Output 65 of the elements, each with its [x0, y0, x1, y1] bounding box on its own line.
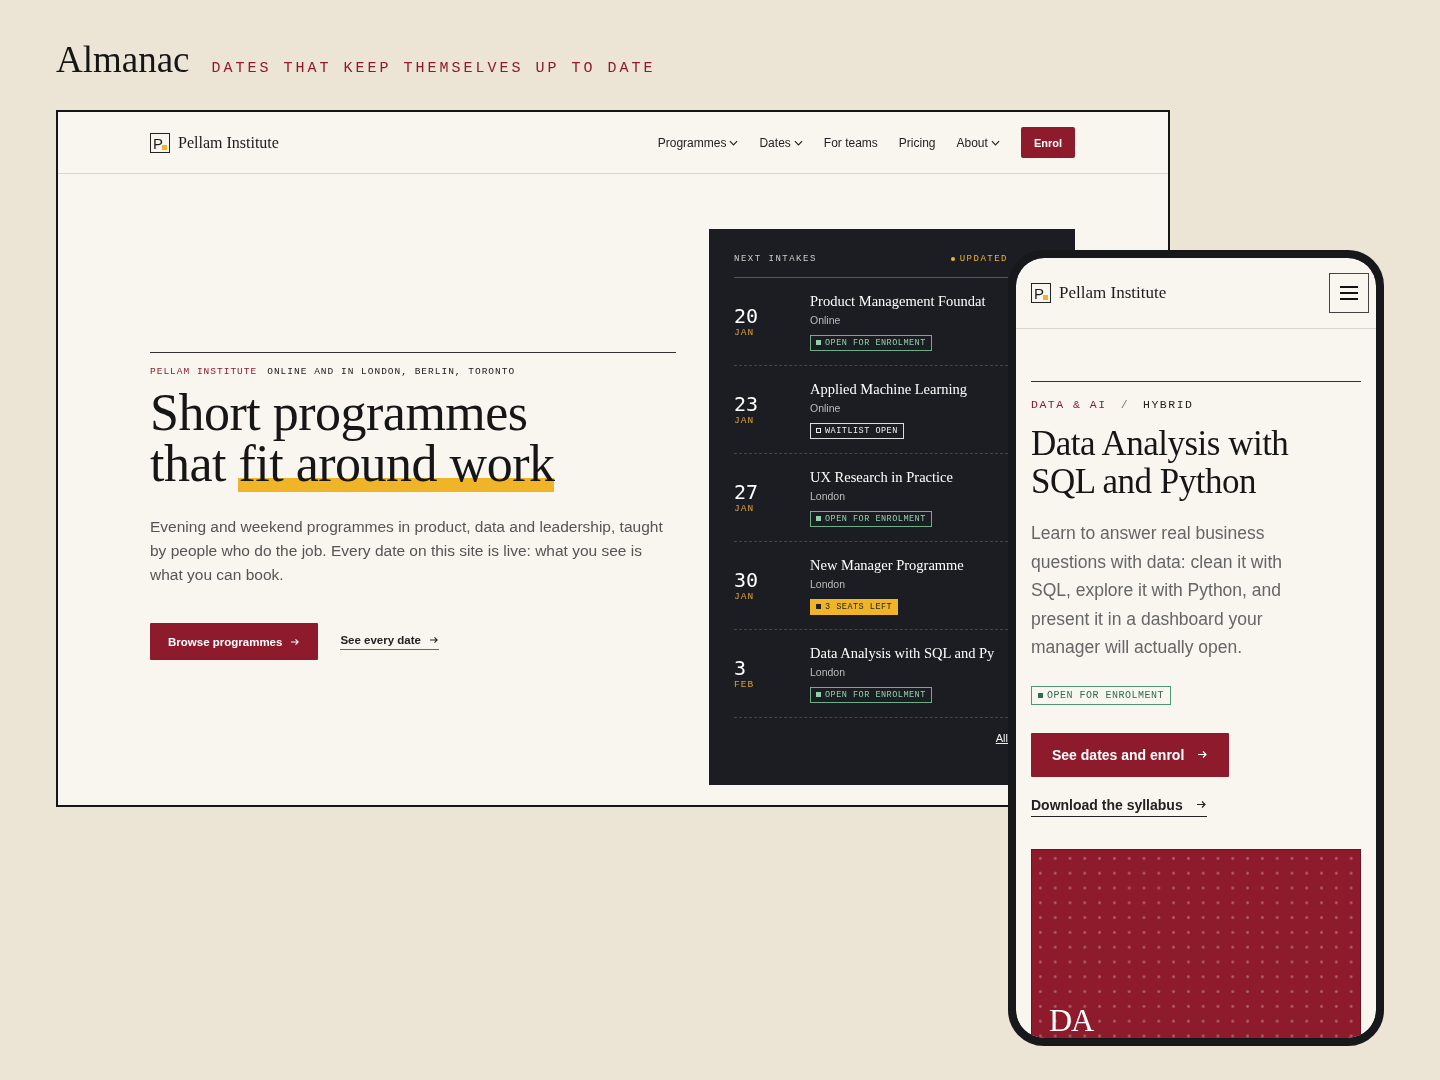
programme-title[interactable]: Product Management Foundat [810, 292, 986, 310]
programme-title[interactable]: New Manager Programme [810, 556, 964, 574]
course-description: Learn to answer real business questions with data: clean it with SQL, explore it with Python, and present it in a dashboard your manager will actually open. [1031, 522, 1283, 659]
date-month: JAN [734, 415, 756, 426]
status-badge: WAITLIST OPEN [810, 422, 904, 439]
arrow-right-icon [291, 637, 301, 646]
logo-mark[interactable]: P [150, 132, 170, 153]
see-dates-link[interactable]: See every date [340, 633, 439, 650]
status-label: UPDATED [959, 254, 1008, 264]
hero-description: Evening and weekend programmes in product, data and leadership, taught by people who do the job. Every date on this site is live: what you see is what you can book. [150, 517, 664, 585]
enrol-button[interactable]: See dates and enrol [1031, 732, 1230, 777]
site-name[interactable]: Pellam Institute [178, 133, 279, 152]
nav-link[interactable]: For teams [823, 135, 878, 150]
nav-link[interactable]: About [956, 135, 1000, 150]
all-link[interactable]: All [995, 732, 1008, 744]
status-dot [950, 257, 955, 261]
chevron-down-icon [729, 139, 739, 146]
enrol-button[interactable]: Enrol [1020, 127, 1075, 158]
programme-title[interactable]: Data Analysis with SQL and Py [810, 644, 995, 662]
category-label: DATA & AI [1031, 398, 1107, 411]
menu-button[interactable] [1329, 273, 1369, 313]
logo-mark[interactable]: P [1031, 283, 1051, 303]
nav-link[interactable]: Pricing [898, 135, 936, 150]
eyebrow-label: PELLAM INSTITUTE [150, 366, 258, 377]
date-day: 23 [734, 393, 810, 415]
course-title: Data Analysis with SQL and Python [1031, 425, 1290, 501]
chevron-down-icon [793, 139, 803, 146]
date-month: JAN [734, 503, 756, 514]
syllabus-link[interactable]: Download the syllabus [1031, 796, 1207, 817]
programme-location: London [810, 577, 846, 590]
nav-link[interactable]: Programmes [657, 135, 739, 150]
date-day: 3 [734, 657, 810, 679]
brand-name: Almanac [56, 38, 190, 81]
date-month: FEB [734, 679, 756, 690]
programme-title[interactable]: Applied Machine Learning [810, 380, 968, 398]
nav-link[interactable]: Dates [759, 135, 803, 150]
status-badge: OPEN FOR ENROLMENT [810, 510, 932, 527]
status-badge: 3 SEATS LEFT [810, 598, 899, 615]
chevron-down-icon [990, 139, 1000, 146]
status-badge: OPEN FOR ENROLMENT [1031, 685, 1172, 705]
hero-title: Short programmes that fit around work [150, 387, 556, 489]
programme-location: Online [810, 313, 841, 326]
panel-title: NEXT INTAKES [734, 254, 817, 264]
date-day: 20 [734, 305, 810, 327]
programme-title[interactable]: UX Research in Practice [810, 468, 953, 486]
tagline: DATES THAT KEEP THEMSELVES UP TO DATE [211, 60, 656, 77]
programme-location: Online [810, 401, 841, 414]
browse-button[interactable]: Browse programmes [150, 623, 319, 660]
date-month: JAN [734, 327, 756, 338]
date-day: 30 [734, 569, 810, 591]
status-badge: OPEN FOR ENROLMENT [810, 334, 932, 351]
status-badge: OPEN FOR ENROLMENT [810, 686, 932, 703]
date-day: 27 [734, 481, 810, 503]
cover-initials: DA [1049, 1001, 1094, 1038]
arrow-right-icon [1198, 750, 1209, 759]
programme-location: London [810, 665, 846, 678]
arrow-right-icon [429, 635, 439, 644]
programme-location: London [810, 489, 846, 502]
date-month: JAN [734, 591, 756, 602]
format-label: HYBRID [1143, 398, 1194, 411]
arrow-right-icon [1196, 800, 1207, 809]
separator: / [1120, 398, 1130, 411]
eyebrow-detail: ONLINE AND IN LONDON, BERLIN, TORONTO [267, 366, 516, 377]
site-name[interactable]: Pellam Institute [1059, 283, 1167, 303]
menu-icon [1340, 286, 1358, 300]
